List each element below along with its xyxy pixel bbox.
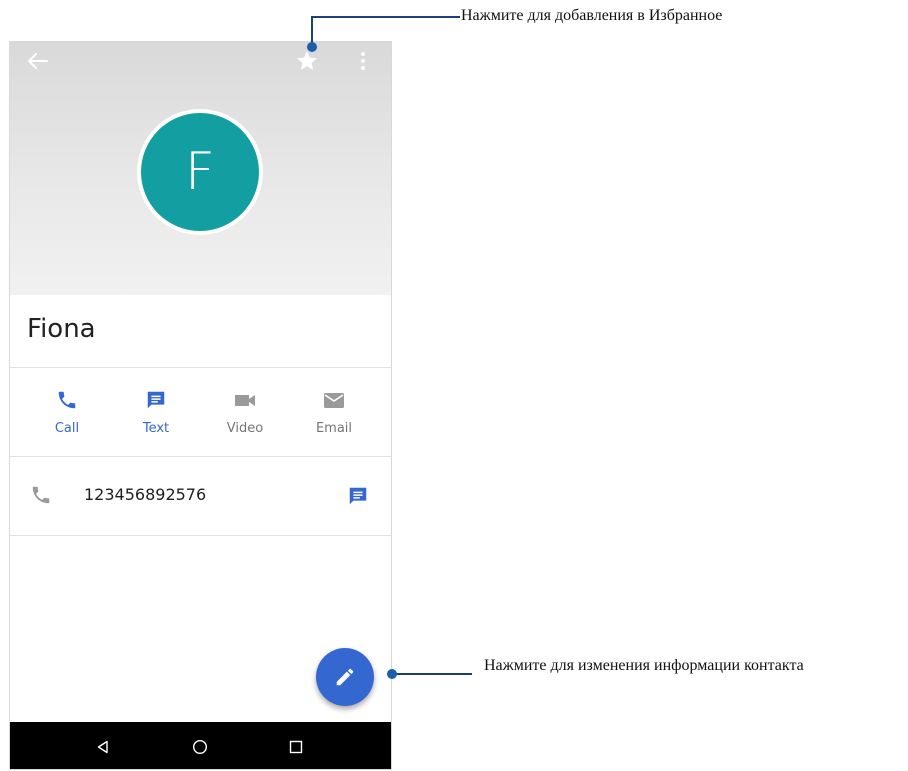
arrow-back-icon: [28, 53, 48, 69]
phone-screen: F Fiona Call Text Video Email 1234568925…: [9, 41, 392, 770]
divider: [10, 367, 391, 368]
back-triangle-icon: [97, 740, 108, 754]
callout-line: [311, 16, 460, 18]
contact-name: Fiona: [27, 314, 96, 344]
nav-back-button[interactable]: [93, 738, 113, 756]
divider: [10, 456, 391, 457]
edit-contact-button[interactable]: [316, 648, 374, 706]
video-action-button[interactable]: Video: [205, 387, 285, 447]
avatar: F: [141, 113, 259, 231]
nav-home-button[interactable]: [190, 738, 210, 756]
phone-icon: [30, 484, 52, 511]
recents-square-icon: [289, 740, 303, 754]
call-action-button[interactable]: Call: [27, 387, 107, 447]
text-label: Text: [142, 421, 170, 436]
phone-icon: [56, 387, 78, 413]
nav-recents-button[interactable]: [286, 738, 306, 756]
divider: [10, 535, 391, 536]
favorite-button[interactable]: [294, 48, 320, 74]
video-label: Video: [226, 421, 264, 436]
contact-header: F: [10, 42, 391, 295]
callout-line: [394, 673, 472, 675]
email-icon: [322, 387, 346, 413]
email-label: Email: [315, 421, 353, 436]
more-vert-icon: [361, 52, 365, 70]
message-icon: [349, 487, 367, 505]
email-action-button[interactable]: Email: [294, 387, 374, 447]
star-icon: [297, 51, 317, 70]
edit-callout-text: Нажмите для изменения информации контакт…: [484, 657, 804, 674]
home-circle-icon: [192, 739, 208, 755]
pencil-icon: [336, 668, 354, 686]
video-icon: [233, 387, 257, 413]
phone-number[interactable]: 123456892576: [84, 485, 206, 504]
callout-dot: [307, 42, 317, 52]
navigation-bar: [10, 722, 391, 769]
more-options-button[interactable]: [356, 48, 370, 74]
avatar-ring: F: [137, 109, 263, 235]
send-message-button[interactable]: [347, 485, 369, 512]
text-action-button[interactable]: Text: [116, 387, 196, 447]
back-button[interactable]: [24, 50, 52, 72]
favorite-callout-text: Нажмите для добавления в Избранное: [461, 7, 723, 24]
callout-dot: [387, 669, 397, 679]
message-icon: [145, 387, 167, 413]
call-label: Call: [54, 421, 80, 436]
